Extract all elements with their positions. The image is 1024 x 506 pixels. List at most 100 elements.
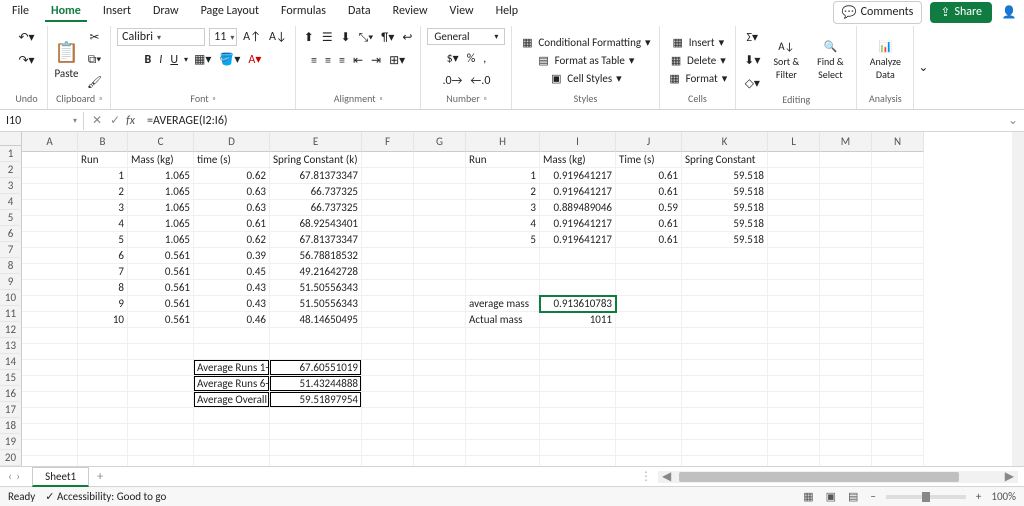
paste-button[interactable]: 📋 Paste [54,40,79,80]
cell-D7[interactable]: 0.39 [194,248,270,264]
cell-A20[interactable] [22,456,78,466]
delete-cells-button[interactable]: ▦Delete ▾ [667,52,728,68]
cell-F9[interactable] [362,280,414,296]
cell-C8[interactable]: 0.561 [128,264,194,280]
cell-E9[interactable]: 51.50556343 [270,280,362,296]
collapse-ribbon-icon[interactable]: ⌄ [914,26,932,109]
cell-M13[interactable] [820,344,872,360]
cell-D9[interactable]: 0.43 [194,280,270,296]
cell-I18[interactable] [540,424,616,440]
font-launcher-icon[interactable]: ▫ [213,94,216,104]
row-header-2[interactable]: 2 [0,162,22,178]
cell-L9[interactable] [768,280,820,296]
align-left-icon[interactable]: ≡ [309,52,319,70]
cell-I16[interactable] [540,392,616,408]
menu-formulas[interactable]: Formulas [275,2,332,22]
cell-N6[interactable] [872,232,924,248]
cell-I20[interactable] [540,456,616,466]
cell-L10[interactable] [768,296,820,312]
cell-K3[interactable]: 59.518 [682,184,768,200]
cell-H20[interactable] [466,456,540,466]
cell-M3[interactable] [820,184,872,200]
cell-B14[interactable] [78,360,128,376]
number-launcher-icon[interactable]: ▫ [484,94,487,104]
cell-F8[interactable] [362,264,414,280]
cell-C3[interactable]: 1.065 [128,184,194,200]
cell-E13[interactable] [270,344,362,360]
sheet-tab-1[interactable]: Sheet1 [32,467,89,487]
cell-G19[interactable] [414,440,466,456]
add-sheet-icon[interactable]: + [89,470,111,484]
row-header-16[interactable]: 16 [0,386,22,402]
cell-L11[interactable] [768,312,820,328]
cell-C17[interactable] [128,408,194,424]
cell-H15[interactable] [466,376,540,392]
cell-J12[interactable] [616,328,682,344]
number-format-select[interactable]: General▾ [427,28,505,45]
cell-M12[interactable] [820,328,872,344]
cell-M7[interactable] [820,248,872,264]
cell-M17[interactable] [820,408,872,424]
cell-I11[interactable]: 1011 [540,312,616,328]
cut-icon[interactable]: ✂ [85,28,104,47]
col-header-M[interactable]: M [820,132,872,152]
cell-L7[interactable] [768,248,820,264]
cell-J13[interactable] [616,344,682,360]
cell-B9[interactable]: 8 [78,280,128,296]
menu-help[interactable]: Help [490,2,525,22]
row-header-17[interactable]: 17 [0,402,22,418]
increase-decimal-icon[interactable]: .0→ [440,72,464,90]
cell-I15[interactable] [540,376,616,392]
cell-A15[interactable] [22,376,78,392]
col-header-N[interactable]: N [872,132,924,152]
cell-E4[interactable]: 66.737325 [270,200,362,216]
vertical-scrollbar[interactable] [1012,132,1024,466]
cell-J11[interactable] [616,312,682,328]
row-header-3[interactable]: 3 [0,178,22,194]
cell-K4[interactable]: 59.518 [682,200,768,216]
redo-icon[interactable]: ↷▾ [16,51,36,70]
menu-home[interactable]: Home [45,2,87,22]
conditional-formatting-button[interactable]: ▦Conditional Formatting ▾ [518,34,652,50]
col-header-H[interactable]: H [466,132,540,152]
cell-C19[interactable] [128,440,194,456]
font-name-select[interactable]: Calibri [117,28,205,46]
col-header-L[interactable]: L [768,132,820,152]
sort-filter-button[interactable]: A↓Sort & Filter [768,40,804,81]
cell-F5[interactable] [362,216,414,232]
accessibility-status[interactable]: ✓ Accessibility: Good to go [45,490,166,503]
comma-icon[interactable]: , [481,50,488,68]
cell-J5[interactable]: 0.61 [616,216,682,232]
cell-C5[interactable]: 1.065 [128,216,194,232]
cell-N18[interactable] [872,424,924,440]
cell-F13[interactable] [362,344,414,360]
cell-A6[interactable] [22,232,78,248]
cell-D1[interactable]: time (s) [194,152,270,168]
cell-I6[interactable]: 0.919641217 [540,232,616,248]
cell-M11[interactable] [820,312,872,328]
percent-icon[interactable]: % [465,50,478,68]
cell-C4[interactable]: 1.065 [128,200,194,216]
cell-H8[interactable] [466,264,540,280]
cell-C15[interactable] [128,376,194,392]
cell-E10[interactable]: 51.50556343 [270,296,362,312]
cell-B17[interactable] [78,408,128,424]
cell-M10[interactable] [820,296,872,312]
row-header-4[interactable]: 4 [0,194,22,210]
formula-input[interactable]: =AVERAGE(I2:I6) [141,112,1002,130]
cell-G7[interactable] [414,248,466,264]
cell-G4[interactable] [414,200,466,216]
cell-D10[interactable]: 0.43 [194,296,270,312]
cell-I19[interactable] [540,440,616,456]
cell-C18[interactable] [128,424,194,440]
cell-F2[interactable] [362,168,414,184]
undo-icon[interactable]: ↶▾ [16,28,36,47]
horizontal-scrollbar[interactable]: ◀▶ [658,471,1018,483]
cell-N7[interactable] [872,248,924,264]
cell-K8[interactable] [682,264,768,280]
cell-F4[interactable] [362,200,414,216]
expand-formula-bar-icon[interactable]: ⌄ [1002,113,1024,128]
row-header-14[interactable]: 14 [0,354,22,370]
cell-A14[interactable] [22,360,78,376]
cell-G12[interactable] [414,328,466,344]
